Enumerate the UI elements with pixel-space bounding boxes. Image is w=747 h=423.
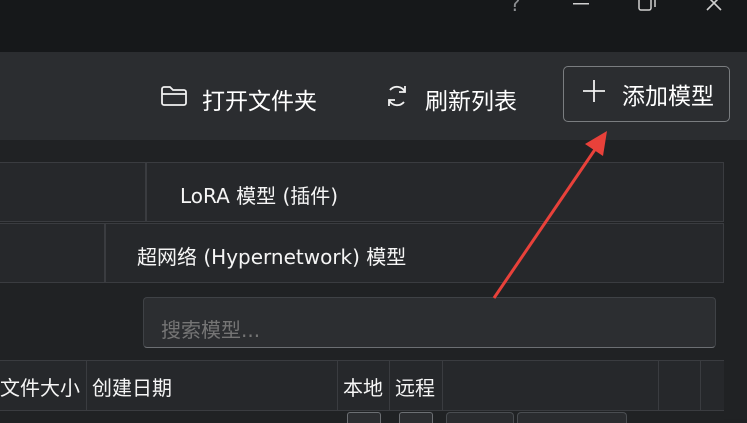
annotation-arrow-icon <box>492 131 607 299</box>
